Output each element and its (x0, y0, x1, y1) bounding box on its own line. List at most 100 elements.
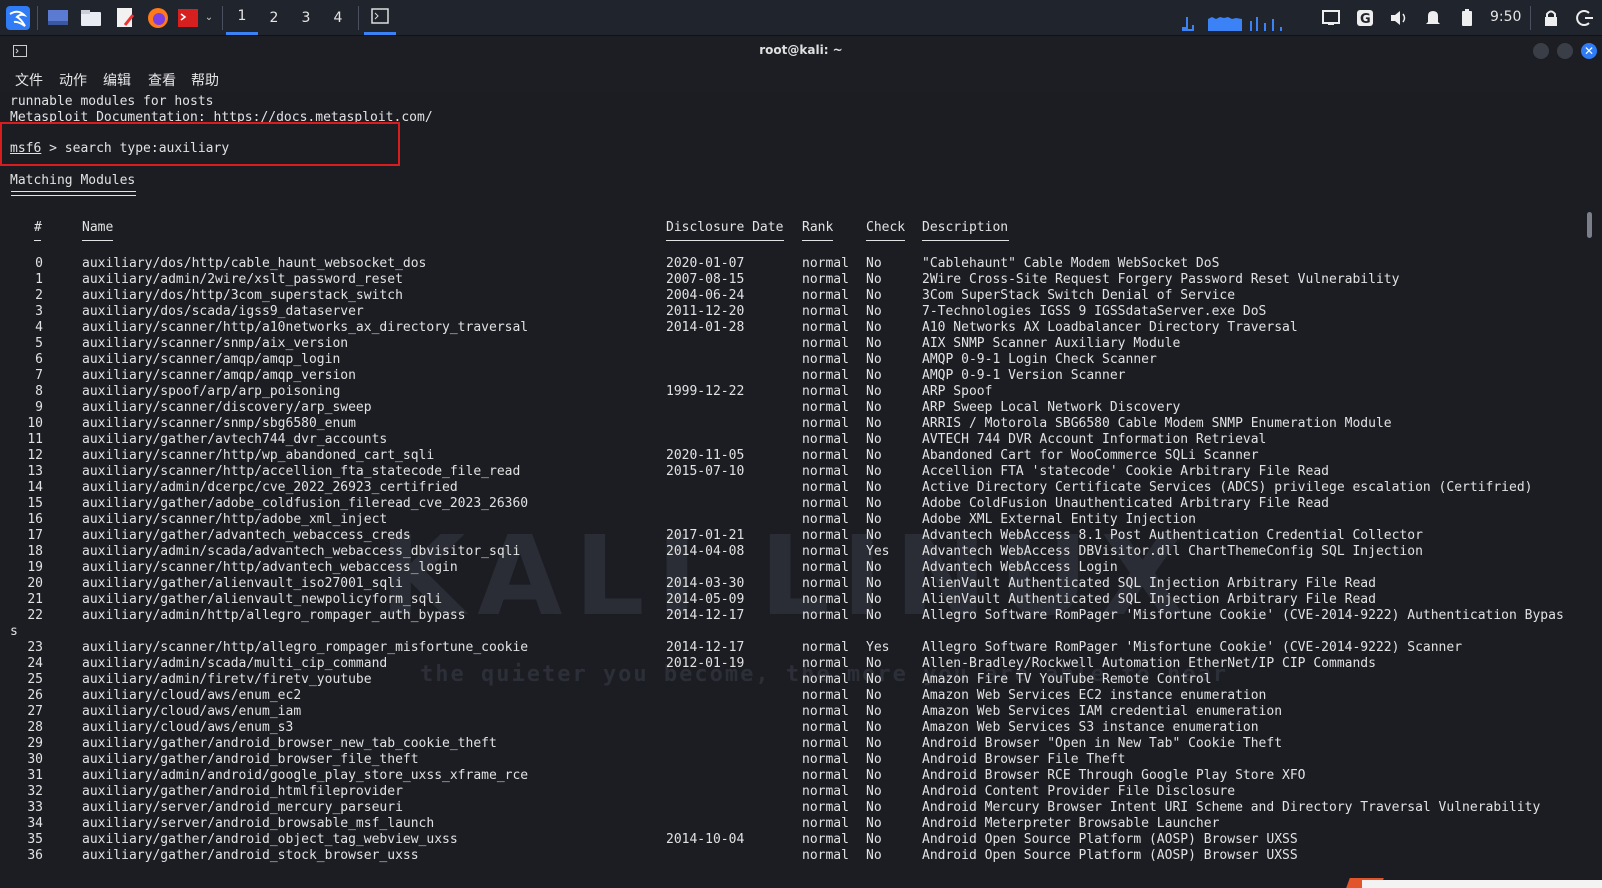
check: No (866, 496, 882, 511)
disclosure-date: 2007-08-15 (666, 272, 745, 287)
rank: normal (802, 432, 849, 447)
check: Yes (866, 640, 890, 655)
row-index: 0 (35, 256, 43, 271)
logout-icon[interactable] (1572, 0, 1598, 35)
bell-icon[interactable] (1420, 0, 1446, 35)
module-name: auxiliary/gather/alienvault_newpolicyfor… (82, 592, 443, 607)
check: No (866, 768, 882, 783)
description: Amazon Web Services EC2 instance enumera… (922, 688, 1267, 703)
module-name: auxiliary/scanner/http/accellion_fta_sta… (82, 464, 521, 479)
module-name: auxiliary/server/android_mercury_parseur… (82, 800, 403, 815)
workspace-1[interactable]: 1 (226, 0, 258, 35)
rank: normal (802, 752, 849, 767)
check: No (866, 832, 882, 847)
terminal-task-icon[interactable] (364, 0, 396, 35)
description: Active Directory Certificate Services (A… (922, 480, 1533, 495)
rank: normal (802, 448, 849, 463)
menu-actions[interactable]: 动作 (59, 70, 87, 90)
display-icon[interactable] (1318, 0, 1344, 35)
description: A10 Networks AX Loadbalancer Directory T… (922, 320, 1298, 335)
editor-icon[interactable] (110, 0, 140, 35)
module-name: auxiliary/gather/adobe_coldfusion_filere… (82, 496, 529, 511)
disclosure-date: 2014-12-17 (666, 640, 745, 655)
module-name: auxiliary/gather/android_stock_browser_u… (82, 848, 419, 863)
description: AMQP 0-9-1 Version Scanner (922, 368, 1126, 383)
section-underline (11, 191, 136, 196)
clock[interactable]: 9:50 (1490, 0, 1521, 35)
description: Android Browser RCE Through Google Play … (922, 768, 1306, 783)
terminal-output[interactable]: KALI LINUX the quieter you become, the m… (0, 92, 1602, 888)
row-index: 34 (27, 816, 43, 831)
close-button[interactable]: ✕ (1581, 43, 1597, 59)
output-line: runnable modules for hosts (10, 94, 214, 109)
files-icon[interactable] (76, 0, 106, 35)
description: Advantech WebAccess 8.1 Post Authenticat… (922, 528, 1423, 543)
description: Adobe XML External Entity Injection (922, 512, 1196, 527)
workspace-2[interactable]: 2 (258, 0, 290, 35)
description: AVTECH 744 DVR Account Information Retri… (922, 432, 1267, 447)
header-date: Disclosure Date (666, 220, 784, 235)
rank: normal (802, 560, 849, 575)
desktop-icon[interactable] (43, 0, 73, 35)
menu-help[interactable]: 帮助 (191, 70, 219, 90)
volume-icon[interactable] (1386, 0, 1412, 35)
module-name: auxiliary/admin/http/allegro_rompager_au… (82, 608, 466, 623)
rank: normal (802, 736, 849, 751)
rank: normal (802, 288, 849, 303)
row-index: 1 (35, 272, 43, 287)
menubar: 文件 动作 编辑 查看 帮助 (0, 66, 1602, 92)
rank: normal (802, 784, 849, 799)
menu-view[interactable]: 查看 (148, 70, 176, 90)
window-titlebar[interactable]: root@kali: ~ ✕ (0, 36, 1602, 66)
description: Android Content Provider File Disclosure (922, 784, 1236, 799)
check: No (866, 608, 882, 623)
rank: normal (802, 816, 849, 831)
menu-file[interactable]: 文件 (15, 70, 43, 90)
workspace-3[interactable]: 3 (290, 0, 322, 35)
scrollbar-thumb[interactable] (1587, 212, 1592, 238)
description: "Cablehaunt" Cable Modem WebSocket DoS (922, 256, 1220, 271)
check: No (866, 704, 882, 719)
header-underline (82, 240, 113, 241)
minimize-button[interactable] (1533, 43, 1549, 59)
header-underline (34, 240, 41, 241)
header-underline (802, 240, 833, 241)
check: No (866, 416, 882, 431)
svg-text:G: G (1360, 12, 1371, 27)
row-index: 22 (27, 608, 43, 623)
check: No (866, 576, 882, 591)
module-name: auxiliary/gather/advantech_webaccess_cre… (82, 528, 411, 543)
lock-icon[interactable] (1538, 0, 1564, 35)
rank: normal (802, 368, 849, 383)
description: Allegro Software RomPager 'Misfortune Co… (922, 608, 1564, 623)
terminal-launcher-icon[interactable] (175, 0, 201, 35)
dropdown-icon[interactable]: ⌄ (201, 0, 217, 35)
maximize-button[interactable] (1557, 43, 1573, 59)
rank: normal (802, 848, 849, 863)
row-index: 27 (27, 704, 43, 719)
module-name: auxiliary/scanner/discovery/arp_sweep (82, 400, 372, 415)
corner-strip (1362, 880, 1602, 888)
check: No (866, 400, 882, 415)
check: No (866, 656, 882, 671)
check: No (866, 384, 882, 399)
rank: normal (802, 496, 849, 511)
check: No (866, 672, 882, 687)
g-icon[interactable]: G (1352, 0, 1378, 35)
module-name: auxiliary/scanner/http/allegro_rompager_… (82, 640, 529, 655)
firefox-icon[interactable] (143, 0, 173, 35)
check: No (866, 464, 882, 479)
module-name: auxiliary/server/android_browsable_msf_l… (82, 816, 435, 831)
row-index: 6 (35, 352, 43, 367)
rank: normal (802, 320, 849, 335)
description: AMQP 0-9-1 Login Check Scanner (922, 352, 1157, 367)
header-underline (666, 240, 784, 241)
row-index: 24 (27, 656, 43, 671)
check: No (866, 256, 882, 271)
menu-edit[interactable]: 编辑 (103, 70, 131, 90)
workspace-4[interactable]: 4 (322, 0, 354, 35)
rank: normal (802, 528, 849, 543)
kali-menu-icon[interactable] (2, 0, 34, 35)
rank: normal (802, 480, 849, 495)
row-index: 20 (27, 576, 43, 591)
